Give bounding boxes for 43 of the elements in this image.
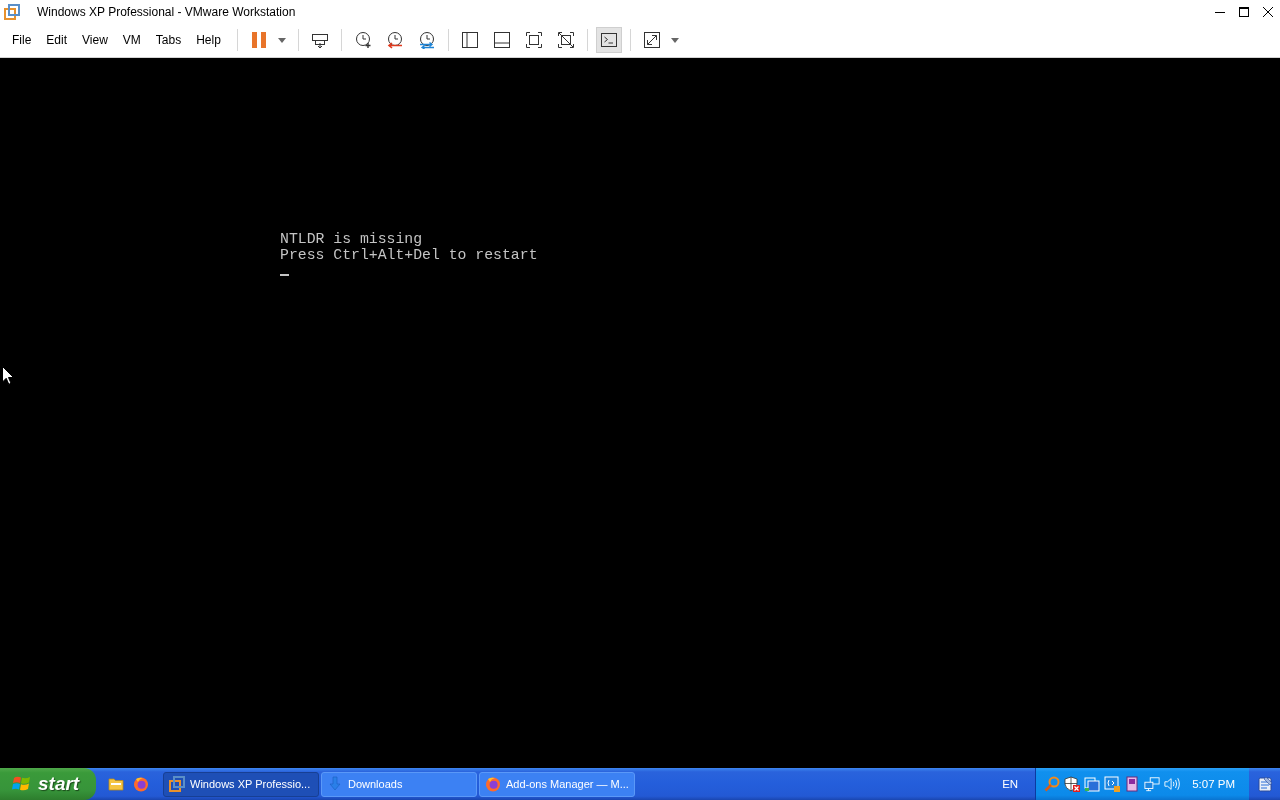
console-view-button[interactable] xyxy=(595,27,622,53)
clock-plus-icon xyxy=(353,31,372,49)
close-icon xyxy=(1263,6,1273,17)
start-button[interactable]: start xyxy=(0,768,96,800)
terminal-icon xyxy=(599,31,618,49)
download-arrow-icon xyxy=(327,776,343,792)
console-text: NTLDR is missing xyxy=(280,231,423,247)
menu-item[interactable]: VM xyxy=(115,29,148,51)
clock-arrows-icon xyxy=(417,31,436,49)
monitor-icon[interactable] xyxy=(1104,776,1121,792)
notepad-icon[interactable] xyxy=(1257,776,1273,792)
shield-alert-icon[interactable] xyxy=(1064,776,1081,792)
taskbar-button[interactable]: Add-ons Manager — M... xyxy=(479,771,635,797)
bottom-panel-icon xyxy=(492,31,511,49)
expand-icon xyxy=(642,31,661,49)
browser-icon xyxy=(133,776,149,792)
keyboard-arrow-icon xyxy=(310,31,329,49)
network-icon[interactable] xyxy=(1144,776,1161,792)
speaker-icon[interactable] xyxy=(1164,776,1181,792)
menu-item[interactable]: Tabs xyxy=(148,29,189,51)
vm-app-icon xyxy=(169,776,185,792)
window-title: Windows XP Professional - VMware Workstation xyxy=(37,4,296,19)
menu-item[interactable]: Edit xyxy=(39,29,75,51)
mouse-pointer-icon xyxy=(2,366,14,385)
browser-icon xyxy=(485,776,501,792)
folder-icon xyxy=(108,776,124,792)
maximize-icon xyxy=(1239,6,1249,17)
pause-icon xyxy=(249,31,268,49)
clock: 5:07 PM xyxy=(1192,778,1235,790)
language-indicator[interactable]: EN xyxy=(1001,776,1020,792)
taskbar-button[interactable]: Windows XP Professio... xyxy=(163,771,319,797)
window-icon[interactable] xyxy=(1084,776,1101,792)
menu-item[interactable]: Help xyxy=(189,29,228,51)
fit-frame-icon xyxy=(524,31,543,49)
app-icon xyxy=(4,3,20,20)
menu-item[interactable]: File xyxy=(5,29,39,51)
taskbar-button[interactable]: Downloads xyxy=(321,771,477,797)
sidebar-panel-icon xyxy=(460,31,479,49)
device-icon[interactable] xyxy=(1124,776,1141,792)
menu-item[interactable]: View xyxy=(75,29,115,51)
console-screen[interactable]: NTLDR is missing Press Ctrl+Alt+Del to restart xyxy=(0,58,1280,768)
crossed-frame-icon xyxy=(556,31,575,49)
console-text: Press Ctrl+Alt+Del to restart xyxy=(280,247,538,263)
